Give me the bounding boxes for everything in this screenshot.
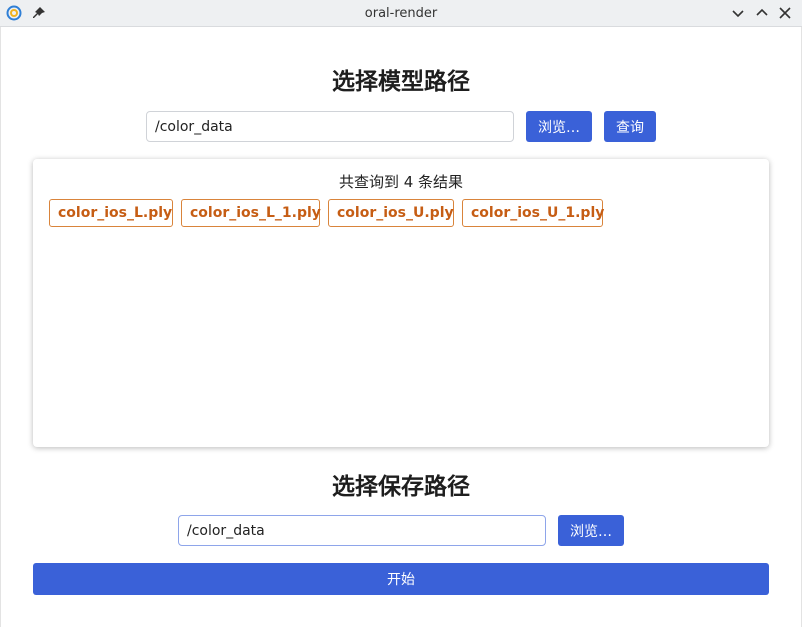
save-path-input[interactable]: [178, 515, 546, 546]
result-file-tag[interactable]: color_ios_L_1.ply: [181, 199, 321, 227]
model-path-title: 选择模型路径: [332, 69, 470, 95]
close-icon[interactable]: [777, 5, 793, 21]
window-title: oral-render: [364, 6, 438, 21]
results-count: 共查询到 4 条结果: [338, 173, 464, 191]
result-file-tag[interactable]: color_ios_U_1.ply: [462, 199, 604, 227]
start-button[interactable]: 开始: [33, 563, 769, 595]
browse-save-button[interactable]: 浏览…: [558, 515, 624, 546]
chevron-up-icon[interactable]: [754, 5, 770, 21]
results-panel: 共查询到 4 条结果 color_ios_L.ply color_ios_L_1…: [33, 159, 769, 447]
model-path-input[interactable]: [146, 111, 514, 142]
chevron-down-icon[interactable]: [730, 5, 746, 21]
browse-model-button[interactable]: 浏览…: [526, 111, 592, 142]
result-file-tag[interactable]: color_ios_U.ply: [328, 199, 454, 227]
query-button[interactable]: 查询: [604, 111, 656, 142]
result-file-tag[interactable]: color_ios_L.ply: [49, 199, 173, 227]
save-path-title: 选择保存路径: [332, 474, 470, 500]
title-bar: oral-render: [0, 0, 802, 27]
